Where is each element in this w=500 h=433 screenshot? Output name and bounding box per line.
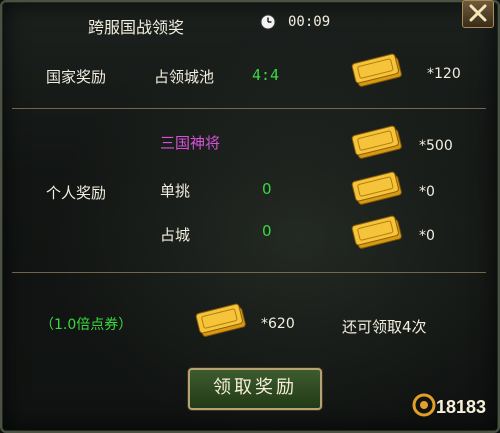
gold-ticket-icon	[195, 303, 246, 337]
personal-row-amount: *0	[419, 184, 435, 200]
close-icon	[469, 4, 487, 22]
personal-row-amount: *500	[419, 138, 453, 154]
personal-row-amount: *0	[419, 228, 435, 244]
personal-reward-label: 个人奖励	[46, 184, 107, 202]
total-amount: *620	[261, 316, 295, 332]
watermark-logo: 18183	[410, 387, 492, 427]
personal-row-value: 0	[262, 222, 272, 240]
countdown-timer: 00:09	[288, 14, 331, 30]
close-button[interactable]	[462, 0, 494, 28]
clock-icon	[260, 14, 276, 30]
divider	[12, 272, 486, 273]
gold-ticket-icon	[351, 171, 402, 205]
window-title: 跨服国战领奖	[88, 18, 185, 37]
occupy-city-label: 占领城池	[154, 68, 215, 86]
gold-ticket-icon	[351, 125, 402, 159]
country-reward-label: 国家奖励	[46, 68, 107, 86]
country-reward-amount: *120	[427, 66, 461, 82]
svg-text:18183: 18183	[436, 397, 486, 417]
personal-row-name: 占城	[160, 226, 191, 244]
gold-ticket-icon	[351, 215, 402, 249]
occupy-city-score: 4:4	[252, 66, 280, 84]
reward-panel: 跨服国战领奖 00:09 国家奖励 占领城池 4:4 *120 个人奖励 三国神…	[0, 0, 500, 433]
gold-ticket-icon	[351, 53, 402, 87]
claim-reward-button[interactable]: 领取奖励	[188, 368, 322, 410]
remaining-claims: 还可领取4次	[342, 318, 427, 336]
personal-row-name: 三国神将	[160, 134, 221, 152]
multiplier-label: （1.0倍点券）	[40, 317, 133, 333]
personal-row-value: 0	[262, 180, 272, 198]
personal-row-name: 单挑	[160, 182, 191, 200]
divider	[12, 108, 486, 109]
